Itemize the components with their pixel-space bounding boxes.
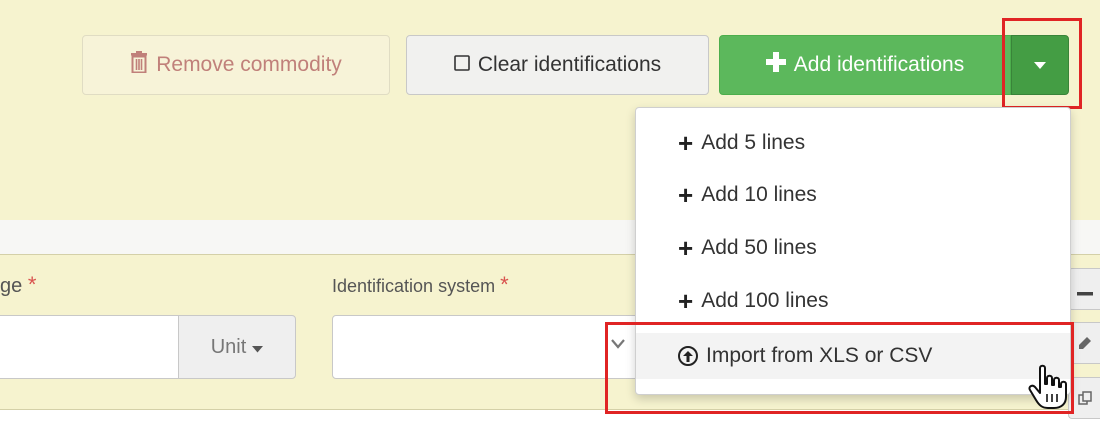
menu-item-add-10-lines[interactable]: + Add 10 lines [636, 172, 1070, 218]
remove-commodity-button[interactable]: Remove commodity [82, 35, 390, 95]
add-identifications-button[interactable]: Add identifications [719, 35, 1011, 95]
remove-commodity-label: Remove commodity [156, 53, 342, 76]
menu-item-label: Add 5 lines [701, 131, 806, 154]
identification-system-label: Identification system * [332, 272, 509, 297]
hand-cursor-icon [1026, 364, 1070, 410]
minus-icon [1076, 276, 1093, 302]
upload-icon [678, 346, 698, 366]
menu-item-add-5-lines[interactable]: + Add 5 lines [636, 120, 1070, 166]
add-identifications-menu: + Add 5 lines + Add 10 lines + Add 50 li… [635, 107, 1071, 395]
caret-down-icon [1034, 57, 1046, 73]
plus-icon [765, 52, 786, 78]
required-marker: * [500, 272, 509, 297]
required-marker: * [27, 272, 37, 297]
unit-dropdown-button[interactable]: Unit [178, 315, 296, 379]
plus-icon: + [678, 233, 694, 263]
copy-row-button[interactable] [1068, 377, 1100, 419]
plus-icon: + [678, 180, 694, 210]
chevron-down-icon [611, 336, 625, 354]
edit-row-button[interactable] [1068, 322, 1100, 364]
caret-down-icon [252, 336, 264, 359]
plus-icon: + [678, 128, 694, 158]
trash-icon [130, 51, 148, 79]
add-identifications-label: Add identifications [793, 53, 965, 76]
copy-icon [1077, 385, 1092, 411]
identification-system-select[interactable] [332, 315, 642, 379]
menu-item-label: Add 100 lines [701, 289, 829, 312]
menu-item-add-50-lines[interactable]: + Add 50 lines [636, 225, 1070, 271]
range-input[interactable] [0, 315, 180, 379]
menu-item-import-xls-csv[interactable]: Import from XLS or CSV [636, 333, 1070, 379]
clear-identifications-button[interactable]: Clear identifications [406, 35, 709, 95]
pencil-icon [1078, 330, 1092, 356]
unit-label: Unit [210, 335, 247, 358]
remove-row-button[interactable] [1068, 268, 1100, 310]
menu-item-label: Add 10 lines [701, 183, 817, 206]
add-identifications-dropdown-toggle[interactable] [1011, 35, 1069, 95]
clear-identifications-label: Clear identifications [477, 53, 662, 76]
plus-icon: + [678, 286, 694, 316]
menu-item-label: Add 50 lines [701, 236, 817, 259]
menu-item-add-100-lines[interactable]: + Add 100 lines [636, 278, 1070, 324]
menu-item-label: Import from XLS or CSV [706, 344, 933, 367]
square-icon [454, 53, 470, 77]
range-label: ge * [0, 272, 37, 297]
